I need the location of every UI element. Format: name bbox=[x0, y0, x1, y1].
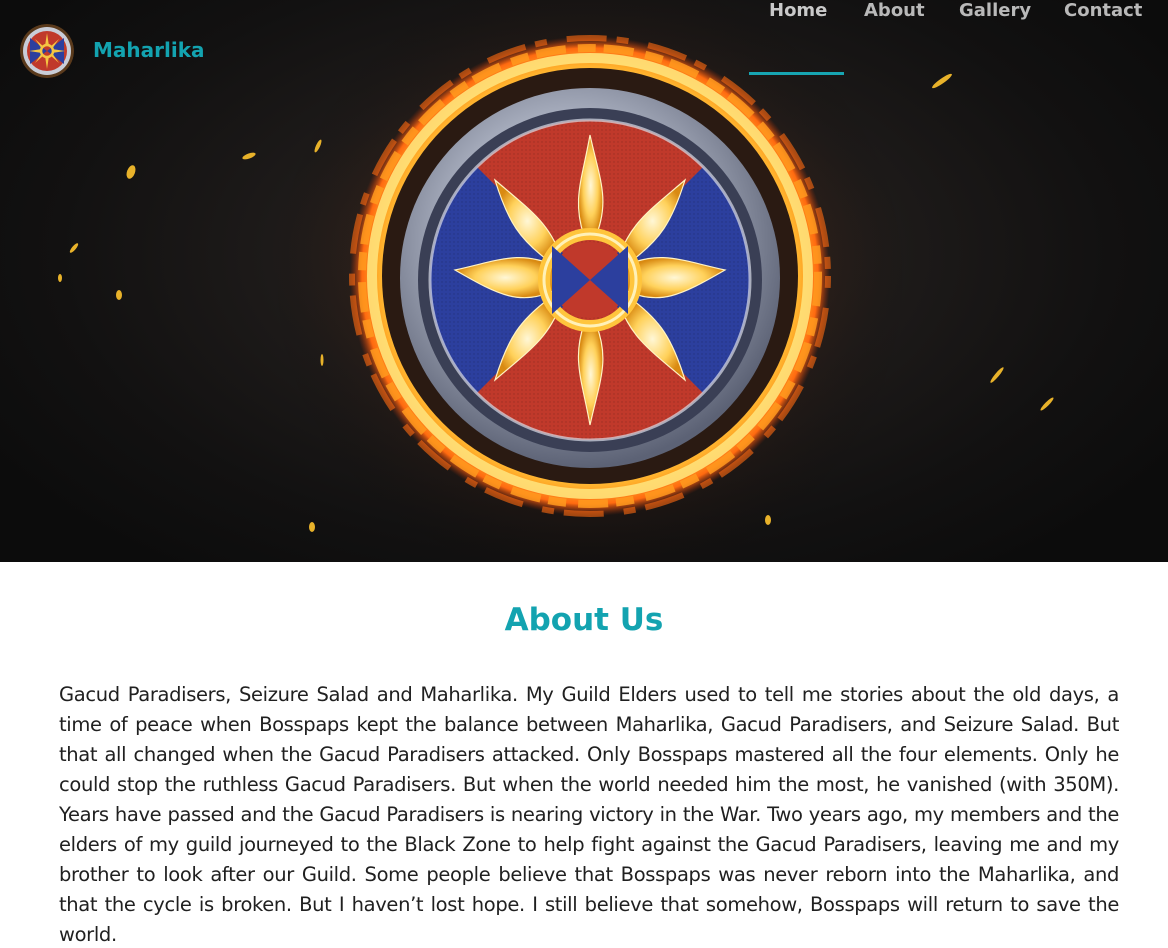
about-title: About Us bbox=[504, 602, 664, 638]
nav-home[interactable]: Home bbox=[769, 0, 827, 36]
active-nav-indicator bbox=[749, 72, 844, 75]
top-navbar: Maharlika Home About Gallery Contact bbox=[0, 0, 1168, 100]
nav-gallery[interactable]: Gallery bbox=[959, 0, 1031, 36]
nav-contact[interactable]: Contact bbox=[1064, 0, 1142, 36]
about-body: Gacud Paradisers, Seizure Salad and Maha… bbox=[59, 683, 1119, 946]
hero-banner: Maharlika Home About Gallery Contact bbox=[0, 0, 1168, 562]
maharlika-sun-emblem-icon bbox=[20, 24, 74, 78]
brand-name[interactable]: Maharlika bbox=[93, 38, 205, 62]
nav-about[interactable]: About bbox=[864, 0, 925, 36]
brand-logo[interactable] bbox=[20, 24, 74, 78]
